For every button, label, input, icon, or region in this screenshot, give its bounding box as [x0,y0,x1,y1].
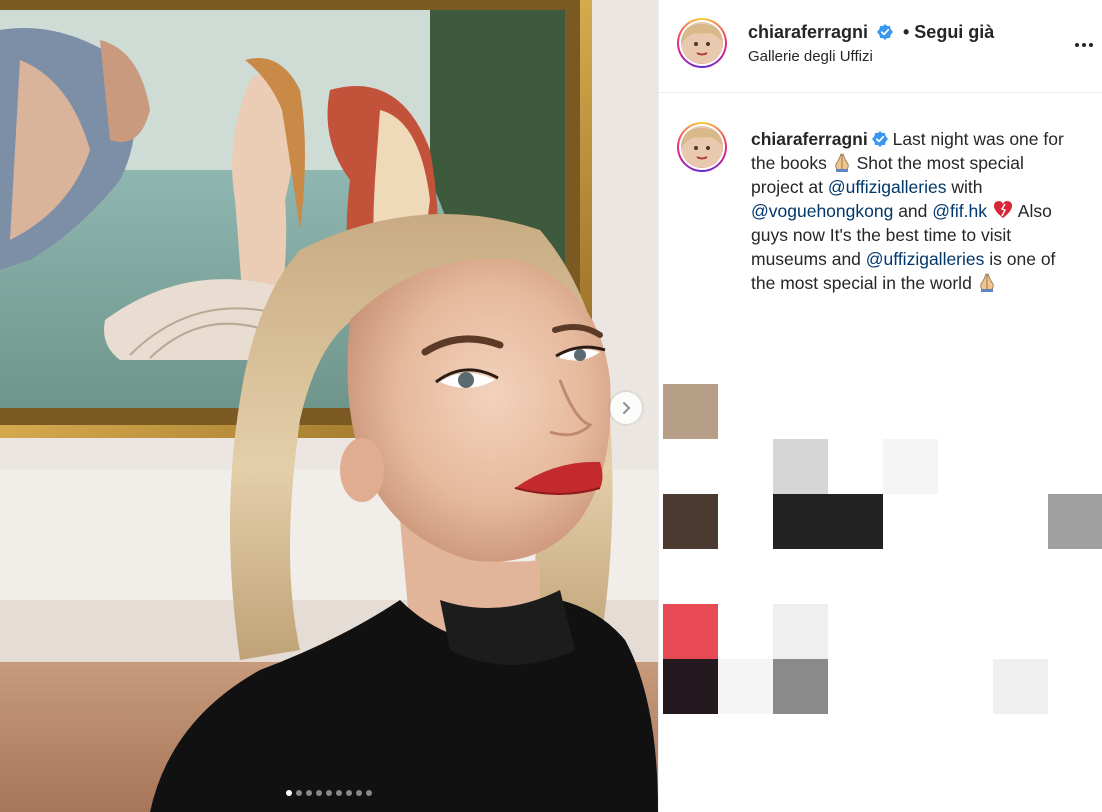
caption-avatar[interactable] [677,122,727,172]
username-link[interactable]: chiaraferragni [748,22,868,42]
username-row: chiaraferragni [748,22,893,43]
heart-emoji-icon [993,201,1012,218]
placeholder-tile [828,494,883,549]
placeholder-tile [993,659,1048,714]
placeholder-tile [773,439,828,494]
placeholder-tile [718,659,773,714]
placeholder-tile [663,384,718,439]
mention-link[interactable]: @uffizigalleries [866,249,985,269]
location-link[interactable]: Gallerie degli Uffizi [748,48,873,65]
carousel-dot [316,790,322,796]
avatar[interactable] [677,18,727,68]
placeholder-tile [663,659,718,714]
verified-badge-icon [876,24,893,40]
avatar-image [681,126,723,168]
placeholder-tile [773,494,828,549]
carousel-dot [286,790,292,796]
carousel-indicator [0,790,658,796]
carousel-dot [356,790,362,796]
post-photo[interactable] [0,0,658,812]
selfie-painting-illustration [0,0,658,812]
post-sidebar: chiaraferragni • Segui già Gallerie degl… [658,0,1102,812]
carousel-dot [306,790,312,796]
mention-link[interactable]: @voguehongkong [751,201,893,221]
placeholder-tile [663,494,718,549]
avatar-image [681,22,723,64]
post-header: chiaraferragni • Segui già Gallerie degl… [659,0,1102,93]
following-button[interactable]: • Segui già [903,22,994,43]
folded-hands-emoji-icon [835,152,849,172]
placeholder-tile [773,604,828,659]
placeholder-tile [883,439,938,494]
placeholder-tile [773,659,828,714]
placeholder-tile [663,604,718,659]
chevron-right-icon [623,402,631,414]
folded-hands-emoji-icon [980,272,994,292]
mention-link[interactable]: @uffizigalleries [828,177,947,197]
carousel-dot [336,790,342,796]
placeholder-tile [1048,494,1102,549]
mention-link[interactable]: @fif.hk [932,201,987,221]
caption-text: and [893,201,933,221]
next-photo-button[interactable] [610,392,642,424]
caption-username-link[interactable]: chiaraferragni [751,129,868,149]
carousel-dot [366,790,372,796]
post-caption: chiaraferragni Last night was one for th… [751,127,1081,295]
caption-text: with [946,177,983,197]
more-options-button[interactable] [1075,36,1097,54]
carousel-dot [296,790,302,796]
more-horizontal-icon [1075,43,1079,47]
carousel-dot [326,790,332,796]
carousel-dot [346,790,352,796]
verified-badge-icon [871,131,888,147]
